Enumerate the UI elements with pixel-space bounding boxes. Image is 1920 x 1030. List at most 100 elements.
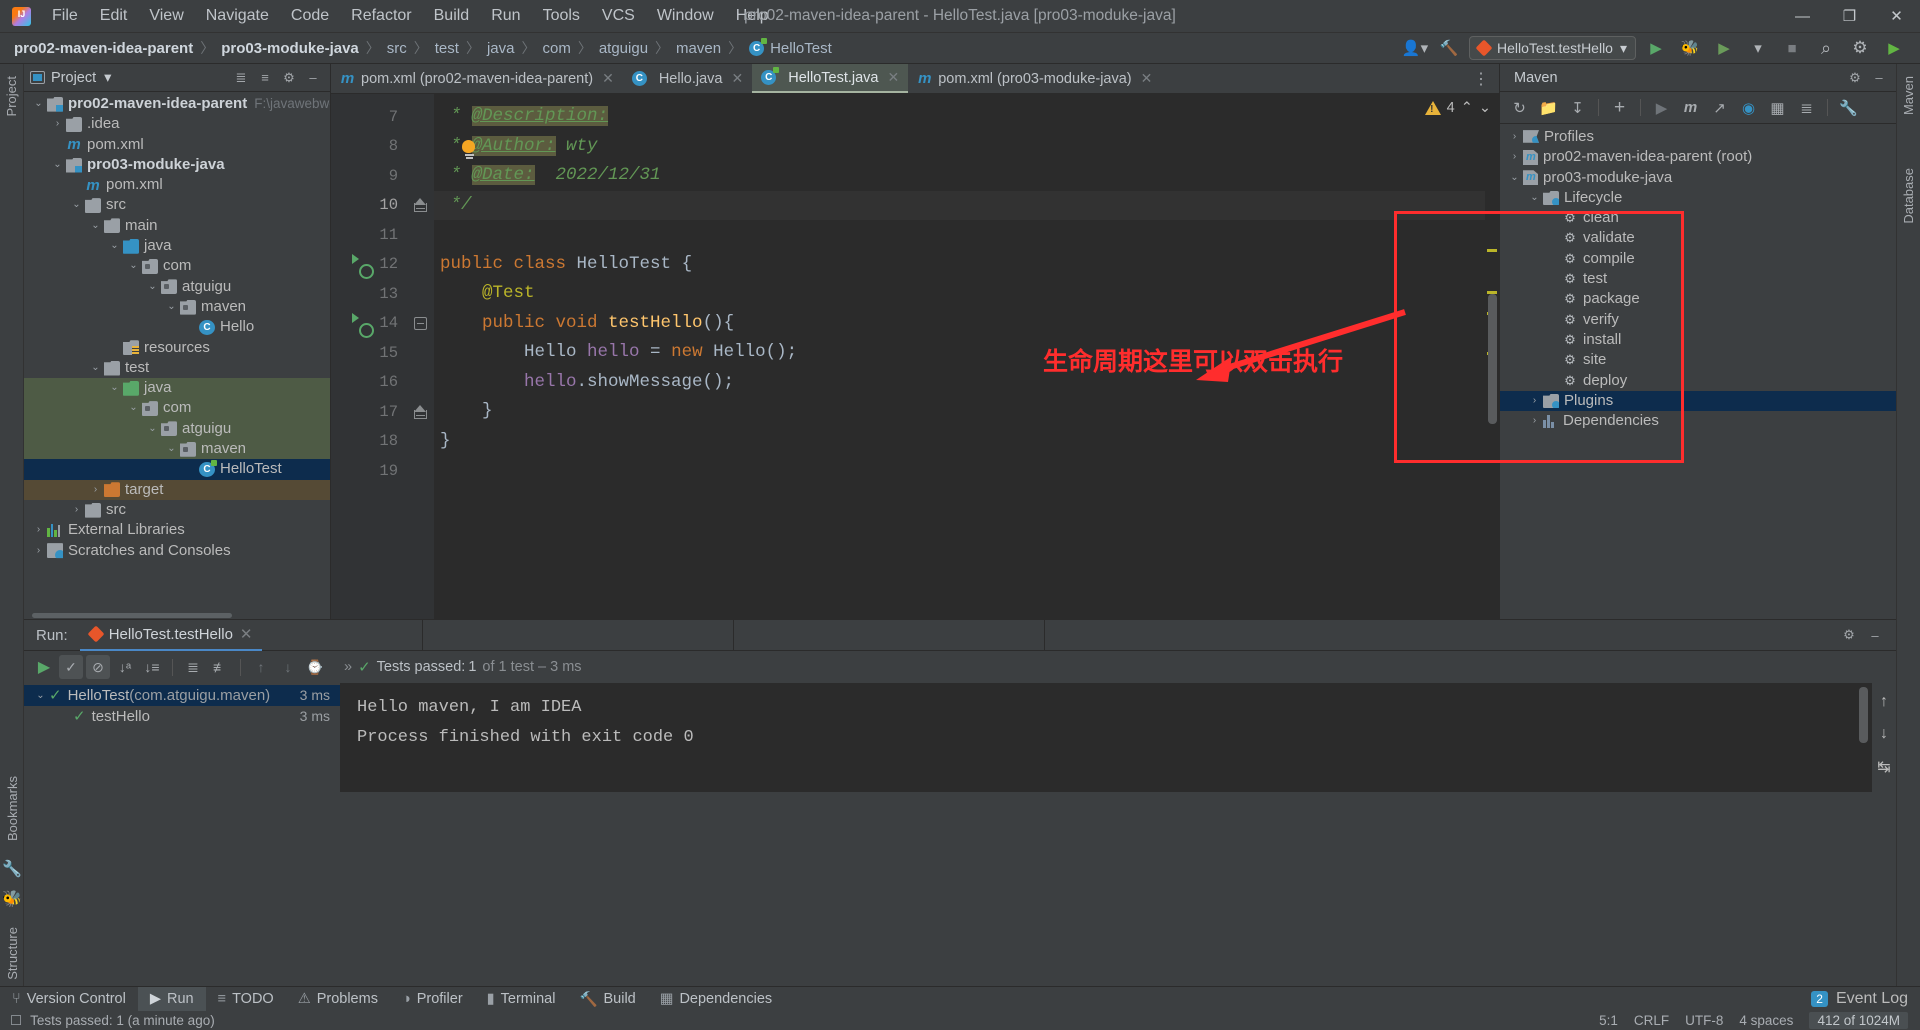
project-tree-row-com[interactable]: ⌄ com (24, 256, 330, 276)
chevron-down-icon[interactable]: ⌄ (1508, 171, 1521, 184)
project-tree-row-maven[interactable]: ⌄ maven (24, 439, 330, 460)
next-failed-test-icon[interactable]: ↓ (276, 655, 300, 679)
chevron-down-icon[interactable]: ⌄ (108, 382, 121, 395)
project-tree-row-com[interactable]: ⌄ com (24, 398, 330, 419)
add-maven-project-icon[interactable]: + (1606, 96, 1633, 120)
settings-icon[interactable]: ⚙ (1838, 624, 1860, 646)
run-with-coverage-icon[interactable]: ▶ (1710, 36, 1738, 60)
console-output[interactable]: Hello maven, I am IDEA Process finished … (341, 683, 1872, 792)
stop-button[interactable]: ■ (1778, 36, 1806, 60)
close-icon[interactable]: ✕ (888, 69, 900, 86)
maven-tree-row-deploy[interactable]: ⚙ deploy (1500, 371, 1896, 391)
bottom-item-todo[interactable]: ≡ TODO (206, 987, 286, 1012)
chevron-down-icon[interactable]: ⌄ (89, 219, 102, 232)
execute-maven-goal-icon[interactable]: m (1677, 96, 1704, 120)
test-row-hellotest[interactable]: ⌄ ✓ HelloTest (com.atguigu.maven) 3 ms (24, 685, 340, 706)
print-icon[interactable]: 🖨 (1874, 791, 1894, 792)
breadcrumb-class[interactable]: HelloTest (749, 37, 832, 57)
updates-icon[interactable]: ▶ (1880, 36, 1908, 60)
project-tree-row-pro02-maven-idea-parent[interactable]: ⌄ pro02-maven-idea-parent F:\javawebwork\ (24, 94, 330, 114)
editor-gutter[interactable]: 7 8 9 10 11 12 13 14 15 16 17 18 19 (331, 94, 406, 619)
fold-region-icon[interactable] (413, 404, 427, 419)
menu-edit[interactable]: Edit (89, 3, 139, 29)
close-button[interactable]: ✕ (1873, 0, 1920, 33)
maven-tree-row-validate[interactable]: ⚙ validate (1500, 228, 1896, 248)
editor-fold-column[interactable] (406, 94, 434, 619)
collapse-all-icon[interactable]: ≢ (208, 655, 232, 679)
debug-tool-icon[interactable]: 🐝 (2, 889, 22, 909)
gutter-line-12[interactable]: 12 (331, 250, 406, 280)
bottom-item-build[interactable]: 🔨 Build (567, 987, 647, 1012)
maven-tree-row-site[interactable]: ⚙ site (1500, 350, 1896, 370)
show-passed-toggle[interactable]: ✓ (59, 655, 83, 679)
toggle-skip-tests-icon[interactable]: ↗ (1706, 96, 1733, 120)
breadcrumb-test[interactable]: test (435, 40, 459, 57)
next-problem-icon[interactable]: ⌄ (1479, 100, 1491, 116)
sort-alphabetically-icon[interactable]: ↓ᵃ (113, 655, 137, 679)
editor-vertical-scrollbar[interactable] (1488, 294, 1497, 424)
tool-window-bookmarks[interactable]: Bookmarks (1, 768, 24, 849)
chevron-down-icon[interactable]: ⌄ (165, 443, 178, 456)
project-tree-row-maven[interactable]: ⌄ maven (24, 297, 330, 317)
run-button[interactable]: ▶ (1642, 36, 1670, 60)
chevron-down-icon[interactable]: ⌄ (165, 301, 178, 314)
gutter-line-14[interactable]: 14 (331, 309, 406, 339)
menu-code[interactable]: Code (280, 3, 340, 29)
rerun-button[interactable]: ▶ (32, 655, 56, 679)
project-tree-row-pro03-moduke-java[interactable]: ⌄ pro03-moduke-java (24, 155, 330, 175)
project-tree-row-scratches-and-consoles[interactable]: › Scratches and Consoles (24, 541, 330, 561)
indent-setting[interactable]: 4 spaces (1739, 1013, 1793, 1028)
settings-icon[interactable]: ⚙ (278, 67, 300, 89)
tool-window-project[interactable]: Project (0, 68, 23, 124)
user-icon[interactable]: 👤▾ (1401, 36, 1429, 60)
maven-tree-row-verify[interactable]: ⚙ verify (1500, 310, 1896, 330)
project-tree-row-main[interactable]: ⌄ main (24, 216, 330, 236)
close-icon[interactable]: ✕ (240, 625, 253, 643)
breadcrumb-maven[interactable]: maven (676, 40, 721, 57)
maven-settings-icon[interactable]: 🔧 (1835, 96, 1862, 120)
collapse-all-icon[interactable]: ≣ (230, 67, 252, 89)
project-tree-row-external-libraries[interactable]: › External Libraries (24, 520, 330, 540)
chevron-down-icon[interactable]: ⌄ (1528, 192, 1541, 205)
project-tree-row-hello[interactable]: Hello (24, 317, 330, 337)
maven-tree-row-pro02-maven-idea-parent-root-[interactable]: › pro02-maven-idea-parent (root) (1500, 147, 1896, 167)
maven-tree-row-plugins[interactable]: › Plugins (1500, 390, 1896, 412)
editor-tab-hellotest-java[interactable]: HelloTest.java ✕ (752, 64, 909, 93)
project-tree-row-java[interactable]: ⌄ java (24, 236, 330, 256)
gutter-line-8[interactable]: 8 (331, 132, 406, 162)
project-tree-row-target[interactable]: › target (24, 479, 330, 500)
fold-marker-line-17[interactable] (406, 397, 434, 427)
breadcrumb-src[interactable]: src (387, 40, 407, 57)
menu-build[interactable]: Build (423, 3, 481, 29)
chevron-down-icon[interactable]: ⌄ (51, 159, 64, 172)
tool-window-maven[interactable]: Maven (1897, 68, 1920, 123)
scroll-up-icon[interactable]: ↑ (1880, 693, 1888, 711)
project-tree-row-pom-xml[interactable]: pom.xml (24, 135, 330, 155)
maven-tree-row-pro03-moduke-java[interactable]: ⌄ pro03-moduke-java (1500, 168, 1896, 188)
bottom-item-problems[interactable]: ⚠ Problems (286, 987, 390, 1012)
chevron-right-icon[interactable]: › (70, 504, 83, 517)
tool-window-structure[interactable]: Structure (1, 919, 24, 988)
gutter-line-7[interactable]: 7 (331, 102, 406, 132)
test-history-icon[interactable]: ⌚ (303, 655, 327, 679)
maven-tree-row-dependencies[interactable]: › Dependencies (1500, 411, 1896, 431)
reload-project-icon[interactable]: 📁 (1535, 96, 1562, 120)
gutter-line-15[interactable]: 15 (331, 338, 406, 368)
run-tab-hellotest[interactable]: HelloTest.testHello ✕ (79, 620, 263, 651)
more-run-options-icon[interactable]: ▾ (1744, 36, 1772, 60)
minimize-button[interactable]: — (1779, 0, 1826, 33)
breadcrumb-module[interactable]: pro03-moduke-java (221, 40, 359, 57)
bottom-item-version-control[interactable]: ⑂ Version Control (0, 987, 138, 1012)
test-row-testhello[interactable]: ✓ testHello 3 ms (24, 706, 340, 727)
editor-tab-pom-xml-pro02-maven-idea-parent-[interactable]: pom.xml (pro02-maven-idea-parent) ✕ (331, 64, 623, 93)
chevron-down-icon[interactable]: ⌄ (146, 422, 159, 435)
project-tree-row-src[interactable]: › src (24, 500, 330, 520)
menu-refactor[interactable]: Refactor (340, 3, 422, 29)
error-stripe-tick[interactable] (1487, 249, 1497, 252)
download-sources-icon[interactable]: ↧ (1564, 96, 1591, 120)
chevron-down-icon[interactable]: ⌄ (127, 260, 140, 273)
project-tree-row-pom-xml[interactable]: pom.xml (24, 175, 330, 195)
file-encoding[interactable]: UTF-8 (1685, 1013, 1723, 1028)
error-stripe[interactable] (1485, 94, 1499, 619)
chevron-right-icon[interactable]: › (32, 544, 45, 557)
